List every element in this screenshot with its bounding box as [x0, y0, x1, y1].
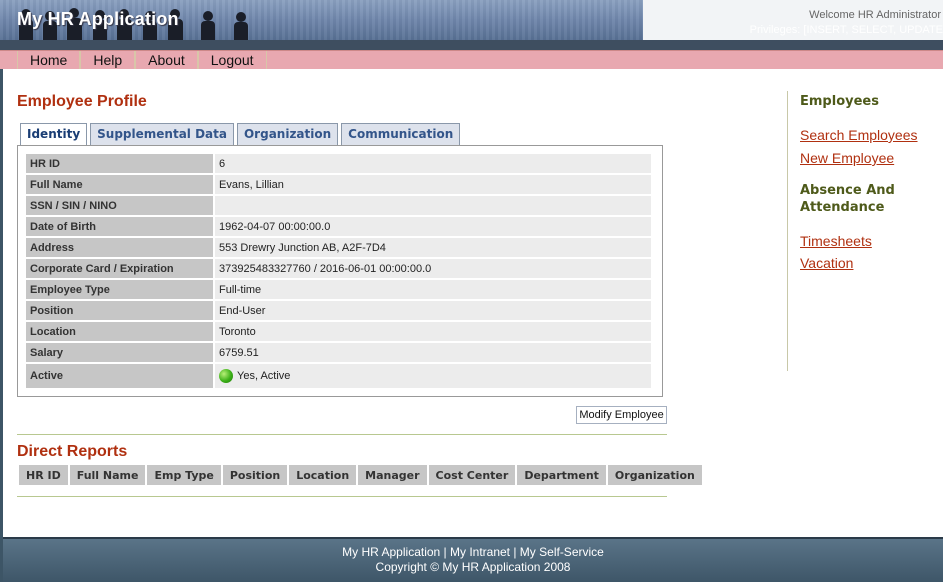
- field-label: Address: [26, 238, 215, 257]
- column-header[interactable]: Position: [222, 465, 288, 485]
- field-label: Location: [26, 322, 215, 341]
- app-title: My HR Application: [17, 9, 179, 29]
- field-label: Salary: [26, 343, 215, 362]
- main-nav: Home Help About Logout: [0, 50, 943, 69]
- tab-identity[interactable]: Identity: [20, 123, 88, 146]
- field-value-active: Yes, Active: [215, 364, 651, 388]
- section-divider: [17, 434, 667, 435]
- footer-copyright: Copyright © My HR Application 2008: [375, 560, 571, 574]
- field-value: 373925483327760 / 2016-06-01 00:00:00.0: [215, 259, 651, 278]
- sidebar: Employees Search Employees New Employee …: [787, 91, 937, 371]
- field-value: [215, 196, 651, 215]
- content-panel: Employee Profile Identity Supplemental D…: [3, 69, 943, 537]
- table-row: Corporate Card / Expiration 373925483327…: [26, 259, 651, 278]
- field-value: Evans, Lillian: [215, 175, 651, 194]
- privileges-text: Privileges: [INSERT, SELECT, UPDATE: [749, 24, 943, 36]
- nav-help[interactable]: Help: [80, 51, 136, 69]
- direct-reports-table: HR ID Full Name Emp Type Position Locati…: [17, 465, 704, 485]
- table-row: SSN / SIN / NINO: [26, 196, 651, 215]
- table-row: Full Name Evans, Lillian: [26, 175, 651, 194]
- profile-details-table: HR ID 6 Full Name Evans, Lillian SSN / S…: [26, 152, 651, 390]
- page-title: Employee Profile: [17, 93, 147, 110]
- field-value: 6: [215, 154, 651, 173]
- tab-supplemental-data[interactable]: Supplemental Data: [90, 123, 234, 145]
- column-header[interactable]: Location: [289, 465, 357, 485]
- column-header[interactable]: Full Name: [69, 465, 146, 485]
- field-label: Full Name: [26, 175, 215, 194]
- table-row: HR ID 6: [26, 154, 651, 173]
- sidebar-heading-absence: Absence And Attendance: [800, 183, 895, 215]
- field-label: Employee Type: [26, 280, 215, 299]
- field-label: SSN / SIN / NINO: [26, 196, 215, 215]
- field-label: HR ID: [26, 154, 215, 173]
- sidebar-link-vacation[interactable]: Vacation: [800, 254, 937, 272]
- table-row: Position End-User: [26, 301, 651, 320]
- section-divider: [17, 496, 667, 497]
- nav-logout[interactable]: Logout: [197, 51, 267, 69]
- table-header-row: HR ID Full Name Emp Type Position Locati…: [19, 465, 702, 485]
- profile-tabs: Identity Supplemental Data Organization …: [20, 123, 463, 146]
- direct-reports-title: Direct Reports: [17, 443, 128, 460]
- tab-organization[interactable]: Organization: [236, 123, 339, 145]
- sidebar-link-search-employees[interactable]: Search Employees: [800, 126, 937, 144]
- field-label: Active: [26, 364, 215, 388]
- table-row: Date of Birth 1962-04-07 00:00:00.0: [26, 217, 651, 236]
- column-header[interactable]: Manager: [358, 465, 427, 485]
- column-header[interactable]: Organization: [607, 465, 702, 485]
- field-value: 1962-04-07 00:00:00.0: [215, 217, 651, 236]
- active-status-icon: [219, 369, 233, 383]
- field-value: End-User: [215, 301, 651, 320]
- sidebar-link-timesheets[interactable]: Timesheets: [800, 232, 937, 250]
- field-label: Position: [26, 301, 215, 320]
- nav-about[interactable]: About: [135, 51, 198, 69]
- field-label: Corporate Card / Expiration: [26, 259, 215, 278]
- modify-employee-button[interactable]: Modify Employee: [576, 406, 667, 424]
- header-band: [0, 40, 943, 50]
- tab-communication[interactable]: Communication: [341, 123, 461, 145]
- footer-links[interactable]: My HR Application | My Intranet | My Sel…: [3, 545, 943, 560]
- table-row: Active Yes, Active: [26, 364, 651, 388]
- column-header[interactable]: Emp Type: [147, 465, 221, 485]
- footer: My HR Application | My Intranet | My Sel…: [3, 537, 943, 582]
- nav-home[interactable]: Home: [17, 51, 81, 69]
- table-row: Employee Type Full-time: [26, 280, 651, 299]
- sidebar-link-new-employee[interactable]: New Employee: [800, 149, 937, 167]
- column-header[interactable]: Cost Center: [428, 465, 516, 485]
- active-status-text: Yes, Active: [237, 369, 291, 382]
- table-row: Salary 6759.51: [26, 343, 651, 362]
- table-row: Location Toronto: [26, 322, 651, 341]
- column-header[interactable]: Department: [517, 465, 606, 485]
- field-value: 553 Drewry Junction AB, A2F-7D4: [215, 238, 651, 257]
- sidebar-heading-employees: Employees: [800, 94, 879, 109]
- header-banner: My HR Application Welcome HR Administrat…: [0, 0, 943, 50]
- column-header[interactable]: HR ID: [19, 465, 68, 485]
- field-value: 6759.51: [215, 343, 651, 362]
- welcome-text: Welcome HR Administrator: [809, 9, 941, 21]
- field-label: Date of Birth: [26, 217, 215, 236]
- field-value: Full-time: [215, 280, 651, 299]
- field-value: Toronto: [215, 322, 651, 341]
- profile-details-box: HR ID 6 Full Name Evans, Lillian SSN / S…: [17, 145, 663, 397]
- table-row: Address 553 Drewry Junction AB, A2F-7D4: [26, 238, 651, 257]
